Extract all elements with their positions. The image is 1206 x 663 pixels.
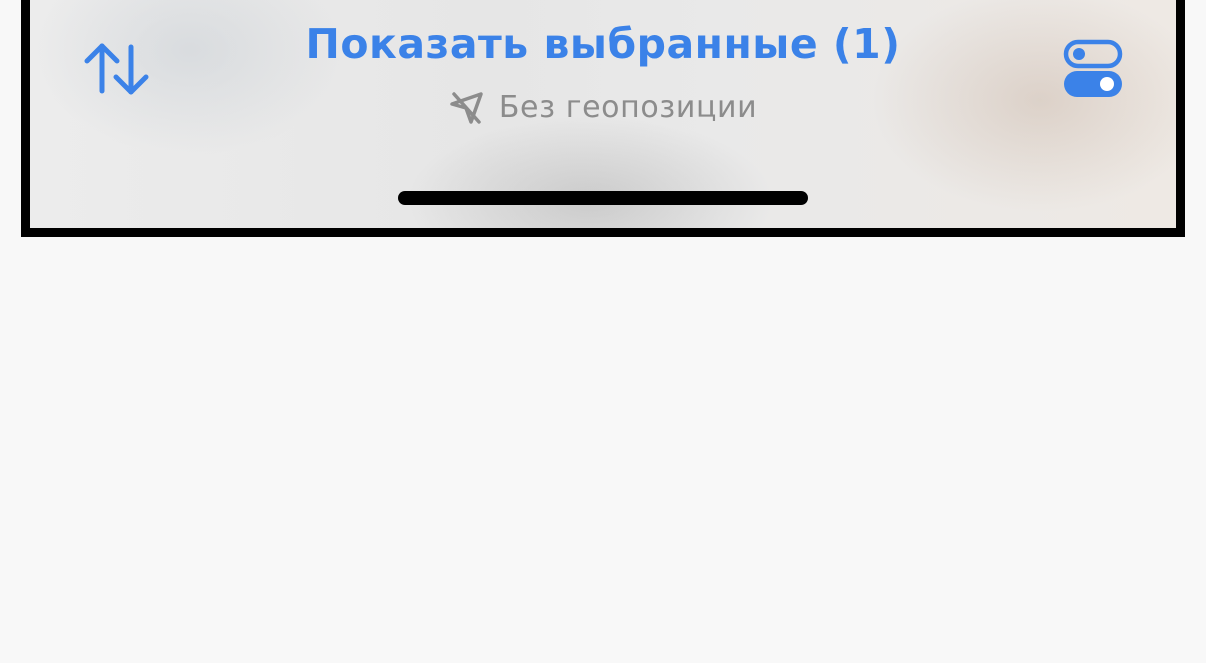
frame-tab (21, 177, 30, 237)
location-status-label: Без геопозиции (498, 90, 758, 125)
frame-tab (1176, 177, 1185, 237)
location-status: Без геопозиции (30, 90, 1176, 125)
location-slash-icon (450, 91, 483, 124)
bottom-toolbar: Показать выбранные (1) Без геопозиции (30, 0, 1176, 228)
show-selected-button[interactable]: Показать выбранные (1) (30, 20, 1176, 68)
frame-tab (21, 229, 81, 237)
toggles-icon (1063, 39, 1123, 97)
frame-tab (21, 44, 30, 119)
frame-tab (566, 229, 641, 237)
frame-tab (1125, 229, 1185, 237)
frame-tab (1176, 44, 1185, 119)
filter-button[interactable] (1060, 38, 1124, 100)
home-indicator[interactable] (398, 191, 808, 205)
